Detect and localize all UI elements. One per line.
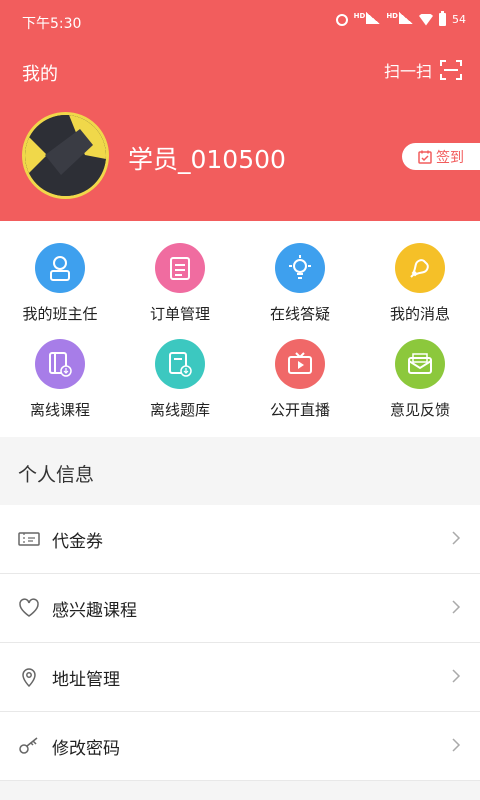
- grid-item-offline-questions[interactable]: 离线题库: [120, 339, 240, 435]
- hd-signal-icon: HD: [386, 12, 413, 27]
- lightbulb-icon: [275, 243, 325, 293]
- grid-item-live[interactable]: 公开直播: [240, 339, 360, 435]
- profile-header: 下午5:30 HD HD 54 我的 扫一扫 学员_010500 签到: [0, 0, 480, 221]
- chevron-right-icon: [452, 531, 461, 545]
- row-label: 代金券: [52, 532, 103, 552]
- grid-item-feedback[interactable]: 意见反馈: [360, 339, 480, 435]
- personal-info-section: 个人信息: [0, 438, 480, 504]
- grid-item-label: 离线题库: [149, 401, 210, 419]
- signin-label: 签到: [436, 149, 464, 166]
- teacher-icon: [35, 243, 85, 293]
- grid-item-label: 在线答疑: [269, 305, 330, 323]
- grid-item-online-qa[interactable]: 在线答疑: [240, 243, 360, 339]
- key-icon: [19, 737, 38, 754]
- battery-icon: [439, 11, 446, 26]
- status-time: 下午5:30: [22, 16, 82, 32]
- grid-item-label: 我的班主任: [22, 305, 98, 323]
- grid-item-messages[interactable]: 我的消息: [360, 243, 480, 339]
- coupon-icon: [18, 532, 40, 546]
- grid-item-label: 订单管理: [149, 305, 210, 323]
- offline-questions-icon: [155, 339, 205, 389]
- scan-icon: [440, 60, 462, 80]
- row-address[interactable]: 地址管理: [0, 643, 480, 711]
- scan-button[interactable]: 扫一扫: [384, 58, 462, 82]
- grid-item-label: 离线课程: [29, 401, 90, 419]
- hd-signal-icon: HD: [354, 12, 381, 27]
- chevron-right-icon: [452, 738, 461, 752]
- divider: [0, 780, 480, 781]
- avatar-image: [25, 115, 106, 196]
- status-bar: 下午5:30 HD HD 54: [0, 0, 480, 44]
- chevron-right-icon: [452, 669, 461, 683]
- row-label: 地址管理: [52, 670, 120, 690]
- offline-course-icon: [35, 339, 85, 389]
- avatar[interactable]: [22, 112, 109, 199]
- location-icon: [22, 668, 36, 687]
- function-grid: 我的班主任 订单管理 在线答疑 我的消息 离线课程 离线题库 公开直播 意见反馈: [0, 221, 480, 437]
- chevron-right-icon: [452, 600, 461, 614]
- grid-item-label: 我的消息: [389, 305, 450, 323]
- row-interested-courses[interactable]: 感兴趣课程: [0, 574, 480, 642]
- grid-item-label: 公开直播: [269, 401, 330, 419]
- section-title: 个人信息: [18, 464, 95, 486]
- grid-item-offline-courses[interactable]: 离线课程: [0, 339, 120, 435]
- scan-label: 扫一扫: [383, 62, 432, 81]
- row-label: 感兴趣课程: [52, 601, 137, 621]
- grid-item-head-teacher[interactable]: 我的班主任: [0, 243, 120, 339]
- feedback-mail-icon: [395, 339, 445, 389]
- bell-icon: [395, 243, 445, 293]
- grid-item-orders[interactable]: 订单管理: [120, 243, 240, 339]
- battery-level: 54: [452, 13, 466, 26]
- signin-button[interactable]: 签到: [402, 143, 480, 170]
- page-title: 我的: [22, 64, 58, 85]
- live-tv-icon: [275, 339, 325, 389]
- heart-icon: [19, 598, 39, 617]
- grid-item-label: 意见反馈: [389, 401, 450, 419]
- order-icon: [155, 243, 205, 293]
- calendar-icon: [418, 150, 432, 164]
- row-label: 修改密码: [52, 739, 120, 759]
- row-change-password[interactable]: 修改密码: [0, 712, 480, 780]
- status-icons: HD HD 54: [335, 11, 466, 27]
- row-coupon[interactable]: 代金券: [0, 505, 480, 573]
- wifi-icon: [419, 13, 433, 26]
- alarm-icon: [335, 13, 348, 26]
- username: 学员_010500: [128, 145, 286, 174]
